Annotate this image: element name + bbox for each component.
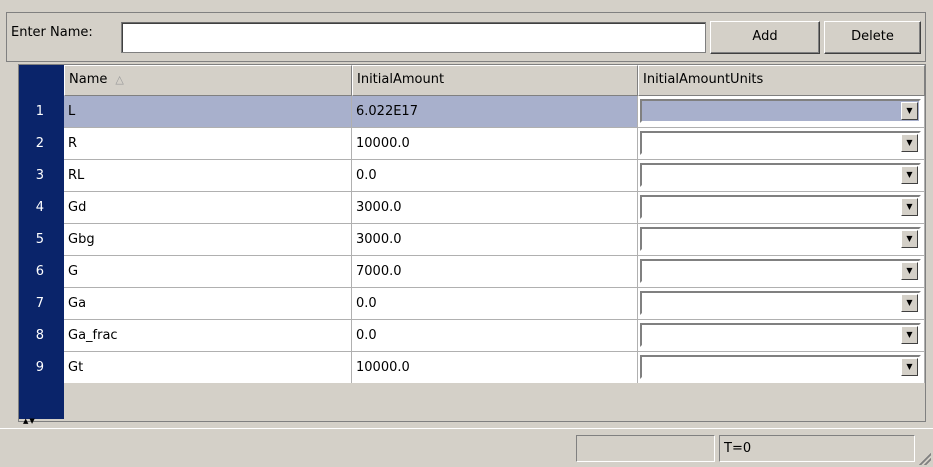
column-header-initial-amount[interactable]: InitialAmount bbox=[352, 65, 638, 96]
units-dropdown[interactable]: ▼ bbox=[640, 291, 921, 315]
cell-initial-amount-units: ▼ bbox=[638, 224, 925, 256]
status-field bbox=[576, 435, 715, 462]
cell-initial-amount[interactable]: 10000.0 bbox=[352, 352, 638, 384]
cell-name[interactable]: Ga bbox=[64, 288, 352, 320]
chevron-down-icon[interactable]: ▼ bbox=[901, 358, 918, 376]
cell-initial-amount[interactable]: 6.022E17 bbox=[352, 96, 638, 128]
name-input[interactable] bbox=[121, 22, 706, 53]
row-number[interactable]: 4 bbox=[19, 192, 64, 224]
units-dropdown[interactable]: ▼ bbox=[640, 99, 921, 123]
column-header-name[interactable]: Name △ bbox=[64, 65, 352, 96]
cell-initial-amount-units: ▼ bbox=[638, 128, 925, 160]
enter-name-label: Enter Name: bbox=[11, 25, 93, 40]
row-resize-arrows-icon[interactable]: ▲▼ bbox=[23, 417, 36, 425]
cell-initial-amount-units: ▼ bbox=[638, 288, 925, 320]
table-row[interactable]: 2 R 10000.0 ▼ bbox=[19, 128, 925, 160]
row-number[interactable]: 5 bbox=[19, 224, 64, 256]
table-body: 1 L 6.022E17 ▼ 2 R 10000.0 ▼ 3 RL 0.0 ▼ 4 Gd 3000.0 ▼ 5 G… bbox=[19, 96, 925, 384]
cell-name[interactable]: Gt bbox=[64, 352, 352, 384]
cell-initial-amount-units: ▼ bbox=[638, 256, 925, 288]
resize-grip-icon[interactable] bbox=[919, 453, 931, 465]
cell-name[interactable]: RL bbox=[64, 160, 352, 192]
chevron-down-icon[interactable]: ▼ bbox=[901, 326, 918, 344]
species-table: Name △ InitialAmount InitialAmountUnits 1… bbox=[18, 64, 926, 425]
table-row[interactable]: 8 Ga_frac 0.0 ▼ bbox=[19, 320, 925, 352]
row-number[interactable]: 3 bbox=[19, 160, 64, 192]
row-number[interactable]: 1 bbox=[19, 96, 64, 128]
table-header: Name △ InitialAmount InitialAmountUnits bbox=[64, 65, 925, 96]
cell-initial-amount-units: ▼ bbox=[638, 96, 925, 128]
cell-initial-amount-units: ▼ bbox=[638, 320, 925, 352]
chevron-down-icon[interactable]: ▼ bbox=[901, 230, 918, 248]
table-row[interactable]: 7 Ga 0.0 ▼ bbox=[19, 288, 925, 320]
cell-initial-amount-units: ▼ bbox=[638, 192, 925, 224]
cell-initial-amount[interactable]: 0.0 bbox=[352, 320, 638, 352]
units-dropdown[interactable]: ▼ bbox=[640, 163, 921, 187]
units-dropdown[interactable]: ▼ bbox=[640, 323, 921, 347]
status-bar: T=0 bbox=[0, 428, 933, 467]
time-status: T=0 bbox=[719, 435, 915, 462]
cell-initial-amount[interactable]: 0.0 bbox=[352, 288, 638, 320]
cell-name[interactable]: L bbox=[64, 96, 352, 128]
table-row[interactable]: 1 L 6.022E17 ▼ bbox=[19, 96, 925, 128]
units-dropdown[interactable]: ▼ bbox=[640, 259, 921, 283]
species-editor-window: Enter Name: Add Delete Name △ InitialAmou… bbox=[0, 0, 933, 467]
table-empty-area bbox=[64, 383, 925, 419]
column-header-name-label: Name bbox=[69, 72, 108, 87]
row-number[interactable]: 7 bbox=[19, 288, 64, 320]
chevron-down-icon[interactable]: ▼ bbox=[901, 294, 918, 312]
row-number[interactable]: 6 bbox=[19, 256, 64, 288]
cell-initial-amount-units: ▼ bbox=[638, 160, 925, 192]
cell-name[interactable]: R bbox=[64, 128, 352, 160]
cell-name[interactable]: G bbox=[64, 256, 352, 288]
cell-initial-amount[interactable]: 3000.0 bbox=[352, 224, 638, 256]
cell-initial-amount[interactable]: 0.0 bbox=[352, 160, 638, 192]
cell-initial-amount[interactable]: 7000.0 bbox=[352, 256, 638, 288]
delete-button[interactable]: Delete bbox=[824, 21, 921, 54]
name-entry-bar: Enter Name: Add Delete bbox=[6, 12, 926, 62]
table-row[interactable]: 5 Gbg 3000.0 ▼ bbox=[19, 224, 925, 256]
cell-initial-amount-units: ▼ bbox=[638, 352, 925, 384]
table-row[interactable]: 3 RL 0.0 ▼ bbox=[19, 160, 925, 192]
cell-initial-amount[interactable]: 3000.0 bbox=[352, 192, 638, 224]
cell-name[interactable]: Gbg bbox=[64, 224, 352, 256]
chevron-down-icon[interactable]: ▼ bbox=[901, 102, 918, 120]
chevron-down-icon[interactable]: ▼ bbox=[901, 262, 918, 280]
chevron-down-icon[interactable]: ▼ bbox=[901, 134, 918, 152]
cell-initial-amount[interactable]: 10000.0 bbox=[352, 128, 638, 160]
row-number[interactable]: 8 bbox=[19, 320, 64, 352]
cell-name[interactable]: Gd bbox=[64, 192, 352, 224]
chevron-down-icon[interactable]: ▼ bbox=[901, 198, 918, 216]
row-number[interactable]: 9 bbox=[19, 352, 64, 384]
row-number[interactable]: 2 bbox=[19, 128, 64, 160]
units-dropdown[interactable]: ▼ bbox=[640, 355, 921, 379]
chevron-down-icon[interactable]: ▼ bbox=[901, 166, 918, 184]
units-dropdown[interactable]: ▼ bbox=[640, 227, 921, 251]
add-button[interactable]: Add bbox=[710, 21, 820, 54]
units-dropdown[interactable]: ▼ bbox=[640, 131, 921, 155]
units-dropdown[interactable]: ▼ bbox=[640, 195, 921, 219]
table-row[interactable]: 6 G 7000.0 ▼ bbox=[19, 256, 925, 288]
table-row[interactable]: 9 Gt 10000.0 ▼ bbox=[19, 352, 925, 384]
table-row[interactable]: 4 Gd 3000.0 ▼ bbox=[19, 192, 925, 224]
cell-name[interactable]: Ga_frac bbox=[64, 320, 352, 352]
sort-ascending-icon: △ bbox=[115, 73, 124, 86]
column-header-initial-amount-units[interactable]: InitialAmountUnits bbox=[638, 65, 925, 96]
